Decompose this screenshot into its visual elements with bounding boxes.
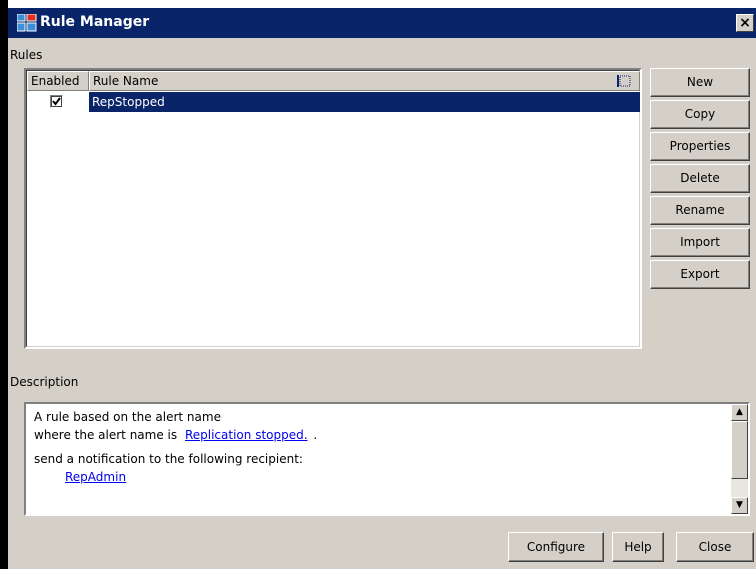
rules-list[interactable]: Enabled Rule Name RepStopped — [24, 68, 642, 349]
alert-name-link[interactable]: Replication stopped. — [185, 428, 308, 442]
recipient-link[interactable]: RepAdmin — [65, 470, 126, 484]
rules-label: Rules — [10, 48, 43, 62]
window-title: Rule Manager — [40, 14, 150, 30]
scroll-up-icon[interactable]: ▲ — [731, 404, 748, 421]
new-button[interactable]: New — [650, 68, 750, 97]
scroll-down-icon[interactable]: ▼ — [731, 497, 748, 514]
column-header-rule-name[interactable]: Rule Name — [89, 71, 640, 91]
description-line1: A rule based on the alert name — [34, 410, 221, 424]
rule-enabled-cell — [27, 92, 89, 112]
description-scrollbar[interactable]: ▲ ▼ — [731, 404, 748, 514]
properties-button[interactable]: Properties — [650, 132, 750, 161]
title-bar[interactable]: Rule Manager × — [8, 8, 756, 38]
description-label: Description — [10, 375, 79, 389]
rule-manager-window: Rule Manager × Rules Enabled Rule Name R… — [0, 0, 756, 569]
window-left-edge — [0, 0, 8, 569]
export-button[interactable]: Export — [650, 260, 750, 289]
close-button[interactable]: Close — [676, 532, 754, 562]
description-line3: send a notification to the following rec… — [34, 452, 303, 466]
configure-button[interactable]: Configure — [508, 532, 604, 562]
delete-button[interactable]: Delete — [650, 164, 750, 193]
rule-name-cell[interactable]: RepStopped — [89, 92, 640, 112]
table-row[interactable]: RepStopped — [27, 92, 640, 112]
column-chooser-icon[interactable] — [617, 75, 631, 87]
window-top-edge — [0, 0, 756, 8]
description-pane[interactable]: A rule based on the alert name where the… — [24, 402, 750, 516]
column-header-rule-name-label: Rule Name — [93, 74, 159, 88]
description-line2: where the alert name is Replication stop… — [34, 428, 317, 442]
rule-manager-icon — [17, 14, 37, 32]
checkmark-icon — [52, 97, 61, 106]
rename-button[interactable]: Rename — [650, 196, 750, 225]
scroll-thumb[interactable] — [731, 421, 748, 479]
close-icon[interactable]: × — [736, 14, 754, 32]
rule-enabled-checkbox[interactable] — [50, 95, 63, 108]
description-line2-suffix: . — [313, 428, 318, 442]
import-button[interactable]: Import — [650, 228, 750, 257]
description-line2-prefix: where the alert name is — [34, 428, 178, 442]
rules-list-frame: Enabled Rule Name RepStopped — [26, 70, 640, 347]
copy-button[interactable]: Copy — [650, 100, 750, 129]
help-button[interactable]: Help — [612, 532, 664, 562]
column-header-enabled[interactable]: Enabled — [27, 71, 89, 91]
